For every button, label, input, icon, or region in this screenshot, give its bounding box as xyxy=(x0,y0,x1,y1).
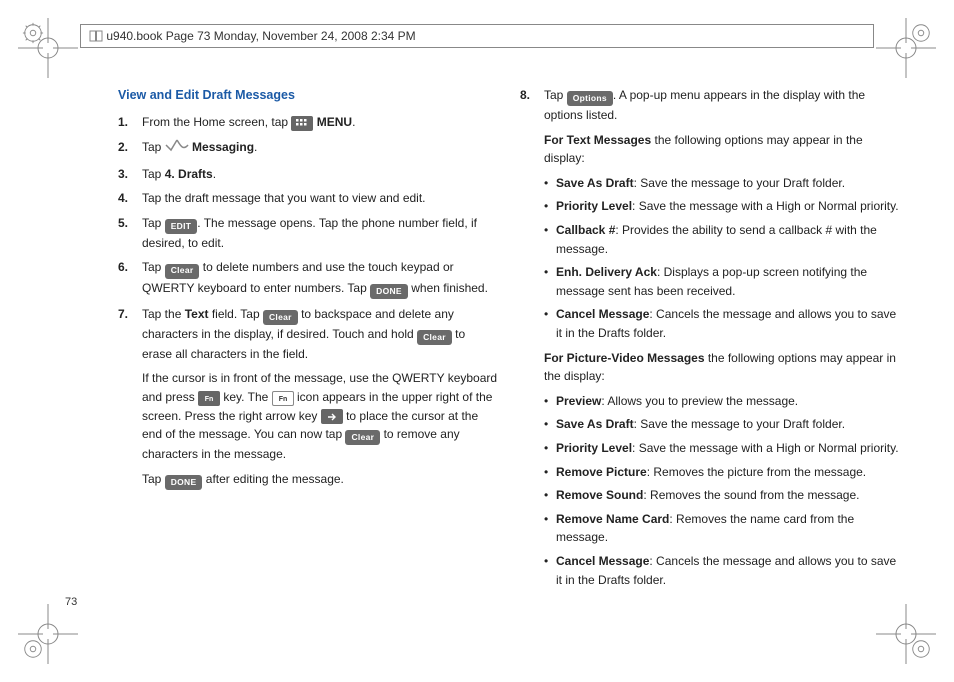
right-arrow-key-icon xyxy=(321,409,343,424)
done-button-icon: DONE xyxy=(370,284,408,299)
step-3: 3. Tap 4. Drafts. xyxy=(118,165,498,184)
step-7-paragraph-3: Tap DONE after editing the message. xyxy=(142,470,498,490)
header-stamp: u940.book Page 73 Monday, November 24, 2… xyxy=(80,24,874,48)
list-item: Remove Sound: Removes the sound from the… xyxy=(544,486,900,505)
page-number: 73 xyxy=(65,596,77,608)
svg-text:Fn: Fn xyxy=(205,396,214,403)
step-1: 1. From the Home screen, tap MENU. xyxy=(118,113,498,132)
options-button-icon: Options xyxy=(567,91,613,106)
step-8: 8. Tap Options. A pop-up menu appears in… xyxy=(520,86,900,125)
done-button-icon: DONE xyxy=(165,475,203,490)
header-text: u940.book Page 73 Monday, November 24, 2… xyxy=(106,29,415,43)
fn-indicator-icon: Fn xyxy=(272,391,294,406)
gear-icon xyxy=(22,638,44,660)
fn-key-icon: Fn xyxy=(198,391,220,406)
gear-icon xyxy=(910,22,932,44)
list-item: Callback #: Provides the ability to send… xyxy=(544,221,900,258)
messaging-icon xyxy=(165,139,189,159)
gear-icon xyxy=(910,638,932,660)
clear-button-icon: Clear xyxy=(165,264,200,279)
list-item: Save As Draft: Save the message to your … xyxy=(544,415,900,434)
menu-grid-icon xyxy=(291,116,313,131)
edit-button-icon: EDIT xyxy=(165,219,198,234)
step-6: 6. Tap Clear to delete numbers and use t… xyxy=(118,258,498,298)
text-msg-header: For Text Messages the following options … xyxy=(544,131,900,168)
right-column: 8. Tap Options. A pop-up menu appears in… xyxy=(520,86,900,602)
list-item: Remove Picture: Removes the picture from… xyxy=(544,463,900,482)
list-item: Cancel Message: Cancels the message and … xyxy=(544,305,900,342)
list-item: Save As Draft: Save the message to your … xyxy=(544,174,900,193)
step-2: 2. Tap Messaging. xyxy=(118,138,498,159)
pv-options-list: Preview: Allows you to preview the messa… xyxy=(544,392,900,589)
step-7: 7. Tap the Text field. Tap Clear to back… xyxy=(118,305,498,364)
step-7-paragraph-2: If the cursor is in front of the message… xyxy=(142,369,498,463)
gear-icon xyxy=(22,22,44,44)
step-4: 4.Tap the draft message that you want to… xyxy=(118,189,498,208)
step-list-cont: 8. Tap Options. A pop-up menu appears in… xyxy=(520,86,900,125)
text-options-list: Save As Draft: Save the message to your … xyxy=(544,174,900,343)
svg-text:Fn: Fn xyxy=(278,396,287,403)
list-item: Priority Level: Save the message with a … xyxy=(544,439,900,458)
book-icon xyxy=(89,29,103,43)
clear-button-icon: Clear xyxy=(345,430,380,445)
step-5: 5. Tap EDIT. The message opens. Tap the … xyxy=(118,214,498,253)
step-list: 1. From the Home screen, tap MENU. 2. Ta… xyxy=(118,113,498,363)
list-item: Preview: Allows you to preview the messa… xyxy=(544,392,900,411)
content-area: View and Edit Draft Messages 1. From the… xyxy=(118,86,900,602)
left-column: View and Edit Draft Messages 1. From the… xyxy=(118,86,498,602)
pv-msg-header: For Picture-Video Messages the following… xyxy=(544,349,900,386)
clear-button-icon: Clear xyxy=(263,310,298,325)
list-item: Enh. Delivery Ack: Displays a pop-up scr… xyxy=(544,263,900,300)
clear-button-icon: Clear xyxy=(417,330,452,345)
section-heading: View and Edit Draft Messages xyxy=(118,86,498,105)
list-item: Priority Level: Save the message with a … xyxy=(544,197,900,216)
page: u940.book Page 73 Monday, November 24, 2… xyxy=(0,0,954,682)
list-item: Cancel Message: Cancels the message and … xyxy=(544,552,900,589)
list-item: Remove Name Card: Removes the name card … xyxy=(544,510,900,547)
